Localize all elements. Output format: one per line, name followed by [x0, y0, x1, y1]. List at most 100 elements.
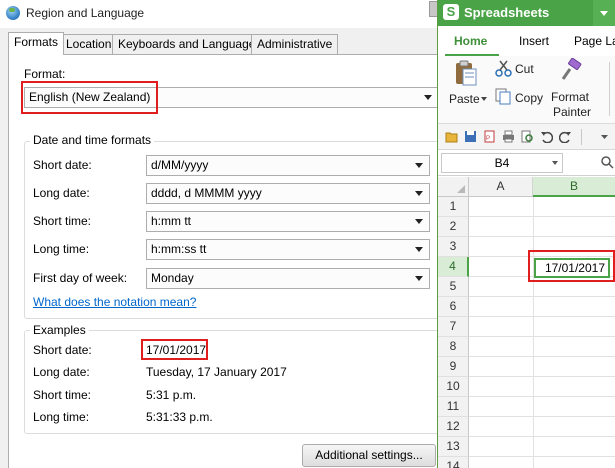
first-day-of-week-value: Monday: [151, 271, 194, 285]
name-box[interactable]: B4: [441, 153, 563, 173]
grid-line: [533, 197, 534, 468]
grid-line: [469, 416, 615, 417]
example-long-time-label: Long time:: [33, 410, 90, 424]
tab-keyboards-and-languages[interactable]: Keyboards and Languages: [112, 34, 268, 54]
customize-toolbar-icon[interactable]: [598, 130, 611, 143]
long-time-value: h:mm:ss tt: [151, 242, 207, 256]
format-select-value: English (New Zealand): [29, 90, 151, 104]
copy-button[interactable]: Copy: [515, 91, 543, 105]
grid-line: [469, 456, 615, 457]
format-label: Format:: [24, 67, 66, 81]
short-time-select[interactable]: h:mm tt: [146, 211, 430, 232]
row-header[interactable]: 11: [438, 397, 469, 417]
first-day-of-week-select[interactable]: Monday: [146, 268, 430, 289]
grid-line: [469, 216, 615, 217]
example-short-date-label: Short date:: [33, 343, 92, 357]
examples-title: Examples: [30, 323, 89, 337]
scissors-icon[interactable]: [495, 60, 512, 77]
region-language-dialog: Region and Language Formats Location Key…: [0, 0, 444, 468]
name-box-value: B4: [494, 156, 510, 170]
spreadsheets-logo-icon: S: [443, 4, 459, 20]
grid-line: [469, 256, 615, 257]
paste-dropdown-icon[interactable]: [481, 97, 487, 101]
example-short-time-label: Short time:: [33, 388, 92, 402]
home-ribbon: Paste Cut Copy Format Painter: [438, 56, 615, 124]
svg-text:P: P: [486, 136, 490, 142]
short-time-value: h:mm tt: [151, 214, 192, 228]
select-all-corner[interactable]: [438, 177, 469, 197]
copy-icon[interactable]: [495, 88, 512, 105]
row-header-selected[interactable]: 4: [438, 257, 469, 277]
paste-button-label[interactable]: Paste: [449, 92, 480, 106]
chevron-down-icon: [415, 163, 423, 168]
chevron-down-icon: [415, 191, 423, 196]
format-painter-icon[interactable]: [560, 58, 582, 82]
cut-button[interactable]: Cut: [515, 62, 534, 76]
spreadsheet-titlebar: S Spreadsheets: [438, 0, 615, 26]
column-header-b[interactable]: B: [533, 177, 615, 197]
row-header[interactable]: 10: [438, 377, 469, 397]
column-header-a[interactable]: A: [469, 177, 533, 197]
print-icon[interactable]: [502, 130, 515, 143]
long-date-label: Long date:: [33, 186, 90, 200]
redo-icon[interactable]: [559, 130, 572, 143]
app-menu-dropdown-button[interactable]: [593, 0, 615, 26]
tab-formats[interactable]: Formats: [8, 32, 65, 55]
tab-location[interactable]: Location: [60, 34, 118, 54]
additional-settings-button[interactable]: Additional settings...: [302, 444, 436, 467]
row-header[interactable]: 1: [438, 197, 469, 217]
cell-b4[interactable]: 17/01/2017: [534, 258, 610, 278]
undo-icon[interactable]: [540, 130, 553, 143]
short-date-label: Short date:: [33, 158, 92, 172]
chevron-down-icon: [552, 161, 558, 165]
row-header[interactable]: 3: [438, 237, 469, 257]
grid-line: [469, 336, 615, 337]
tab-administrative[interactable]: Administrative: [251, 34, 339, 54]
grid-line: [469, 436, 615, 437]
paste-icon[interactable]: [455, 60, 477, 86]
notation-help-link[interactable]: What does the notation mean?: [33, 295, 196, 309]
row-header[interactable]: 2: [438, 217, 469, 237]
date-time-formats-title: Date and time formats: [30, 133, 155, 147]
example-short-time-value: 5:31 p.m.: [146, 388, 197, 402]
row-header[interactable]: 6: [438, 297, 469, 317]
short-date-select[interactable]: d/MM/yyyy: [146, 155, 430, 176]
format-painter-label-line1[interactable]: Format: [551, 90, 589, 104]
grid-line: [469, 236, 615, 237]
ribbon-tab-page-layout[interactable]: Page La: [574, 34, 615, 48]
save-icon[interactable]: [464, 130, 477, 143]
export-pdf-icon[interactable]: P: [483, 130, 496, 143]
ribbon-divider: [609, 62, 610, 116]
dialog-titlebar: Region and Language: [0, 0, 440, 28]
search-icon[interactable]: [601, 156, 614, 169]
open-folder-icon[interactable]: [445, 130, 458, 143]
row-header[interactable]: 7: [438, 317, 469, 337]
short-date-value: d/MM/yyyy: [151, 158, 209, 172]
long-time-select[interactable]: h:mm:ss tt: [146, 239, 430, 260]
row-header[interactable]: 8: [438, 337, 469, 357]
format-select[interactable]: English (New Zealand): [24, 87, 439, 108]
worksheet-grid[interactable]: A B 1 2 3 4 5 6 7 8 9 10 11 12 13 14 17/…: [438, 177, 615, 468]
toolbar-divider: [581, 129, 582, 145]
spreadsheet-app-title: Spreadsheets: [464, 5, 550, 20]
row-header[interactable]: 13: [438, 437, 469, 457]
ribbon-tab-insert[interactable]: Insert: [519, 34, 549, 48]
ribbon-tab-home[interactable]: Home: [454, 34, 487, 48]
short-time-label: Short time:: [33, 214, 92, 228]
example-long-date-value: Tuesday, 17 January 2017: [146, 365, 287, 379]
row-header[interactable]: 9: [438, 357, 469, 377]
row-header[interactable]: 5: [438, 277, 469, 297]
grid-line: [469, 356, 615, 357]
first-day-of-week-label: First day of week:: [33, 271, 128, 285]
globe-icon: [6, 6, 20, 20]
print-preview-icon[interactable]: [521, 130, 534, 143]
long-date-select[interactable]: dddd, d MMMM yyyy: [146, 183, 430, 204]
example-long-time-value: 5:31:33 p.m.: [146, 410, 213, 424]
ribbon-tabs: Home Insert Page La: [438, 26, 615, 56]
row-header[interactable]: 12: [438, 417, 469, 437]
row-header[interactable]: 14: [438, 457, 469, 468]
grid-line: [469, 396, 615, 397]
grid-line: [469, 376, 615, 377]
chevron-down-icon: [415, 247, 423, 252]
format-painter-label-line2[interactable]: Painter: [553, 105, 591, 119]
